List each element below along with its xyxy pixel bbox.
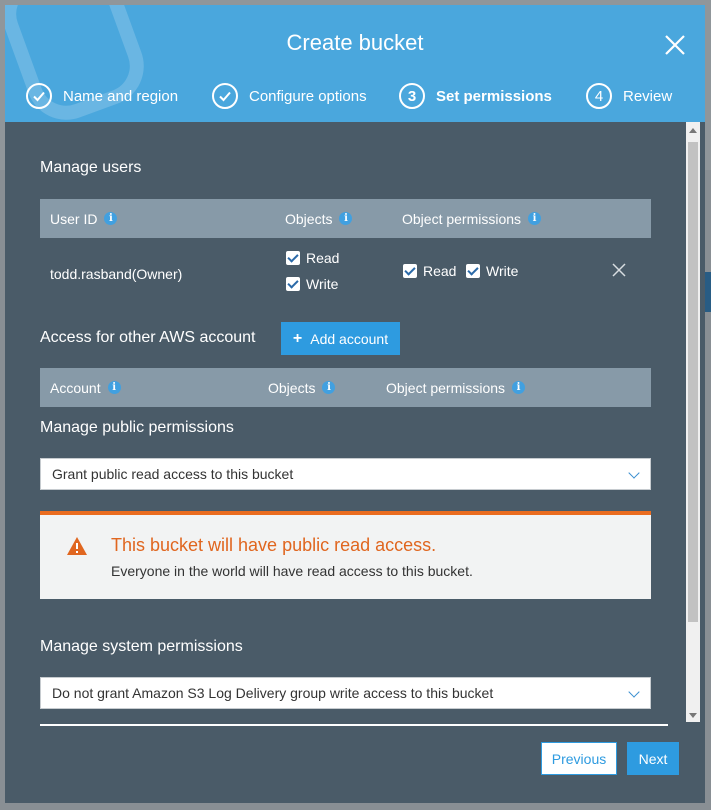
warning-title: This bucket will have public read access… (111, 535, 437, 555)
checkbox-label: Read (423, 263, 457, 279)
manage-users-title: Manage users (40, 159, 142, 176)
system-permissions-select[interactable]: Do not grant Amazon S3 Log Delivery grou… (40, 677, 651, 709)
add-account-label: Add account (310, 330, 389, 347)
scroll-up-icon[interactable] (689, 128, 697, 133)
create-bucket-modal: Create bucket Name and region Configure … (5, 5, 705, 803)
add-account-button[interactable]: + Add account (281, 322, 400, 355)
scroll-down-icon[interactable] (689, 713, 697, 718)
info-icon[interactable]: i (107, 381, 121, 394)
step-check-icon (26, 83, 52, 109)
checkbox-checked-icon (403, 264, 417, 278)
info-icon[interactable]: i (322, 381, 336, 394)
step-name-and-region[interactable]: Name and region (26, 83, 178, 109)
plus-icon: + (292, 329, 303, 347)
info-icon[interactable]: i (528, 212, 542, 225)
remove-user-icon[interactable] (612, 263, 626, 277)
step-number: 4 (586, 83, 612, 109)
col-account-label: Account (50, 379, 101, 396)
public-permissions-title: Manage public permissions (40, 419, 234, 436)
checkbox-label: Read (306, 250, 340, 266)
info-icon[interactable]: i (104, 212, 118, 225)
col-user-id: User ID i (50, 199, 118, 238)
col-object-permissions-label: Object permissions (402, 210, 522, 227)
scrollbar-thumb[interactable] (688, 142, 698, 622)
modal-header: Create bucket Name and region Configure … (5, 5, 705, 122)
col-objects-label: Objects (268, 379, 316, 396)
users-table-header: User ID i Objects i Object permissions i (40, 199, 651, 238)
system-permissions-title: Manage system permissions (40, 638, 243, 655)
user-id-value: todd.rasband(Owner) (50, 266, 183, 282)
checkbox-label: Write (486, 263, 519, 279)
col-objects: Objects i (268, 368, 336, 407)
public-permissions-value: Grant public read access to this bucket (52, 466, 294, 482)
col-account: Account i (50, 368, 121, 407)
chevron-down-icon (628, 686, 640, 698)
checkbox-label: Write (306, 276, 339, 292)
objects-read-checkbox[interactable]: Read (286, 250, 339, 268)
wizard-steps: Name and region Configure options 3 Set … (5, 83, 705, 113)
next-button[interactable]: Next (627, 742, 679, 775)
step-label: Configure options (249, 87, 367, 105)
public-permissions-select[interactable]: Grant public read access to this bucket (40, 458, 651, 490)
permissions-write-checkbox[interactable]: Write (466, 263, 518, 281)
chevron-down-icon (628, 467, 640, 479)
step-check-icon (212, 83, 238, 109)
system-permissions-value: Do not grant Amazon S3 Log Delivery grou… (52, 685, 494, 701)
step-label: Set permissions (436, 87, 552, 105)
step-label: Name and region (63, 87, 179, 105)
objects-write-checkbox[interactable]: Write (286, 276, 338, 294)
col-object-permissions: Object permissions i (402, 199, 542, 238)
info-icon[interactable]: i (339, 212, 353, 225)
close-icon[interactable] (663, 33, 687, 57)
col-object-permissions-label: Object permissions (386, 379, 506, 396)
step-number: 3 (399, 83, 425, 109)
previous-button[interactable]: Previous (541, 742, 617, 775)
col-user-id-label: User ID (50, 210, 98, 227)
step-configure-options[interactable]: Configure options (212, 83, 367, 109)
checkbox-checked-icon (286, 251, 300, 265)
warning-icon (67, 537, 87, 555)
warning-text: Everyone in the world will have read acc… (111, 563, 473, 579)
other-account-title: Access for other AWS account (40, 329, 256, 346)
modal-title: Create bucket (286, 30, 424, 55)
step-review[interactable]: 4 Review (586, 83, 672, 109)
step-set-permissions[interactable]: 3 Set permissions (399, 83, 552, 109)
accounts-table-header: Account i Objects i Object permissions i (40, 368, 651, 407)
col-object-permissions: Object permissions i (386, 368, 526, 407)
scrollbar[interactable] (686, 122, 700, 722)
info-icon[interactable]: i (512, 381, 526, 394)
footer-divider (40, 724, 668, 726)
checkbox-checked-icon (466, 264, 480, 278)
col-objects: Objects i (285, 199, 353, 238)
step-label: Review (623, 87, 673, 105)
public-access-warning: This bucket will have public read access… (40, 511, 651, 599)
permissions-read-checkbox[interactable]: Read (403, 263, 456, 281)
checkbox-checked-icon (286, 277, 300, 291)
modal-content: Manage users User ID i Objects i Object pe… (5, 122, 685, 722)
col-objects-label: Objects (285, 210, 333, 227)
